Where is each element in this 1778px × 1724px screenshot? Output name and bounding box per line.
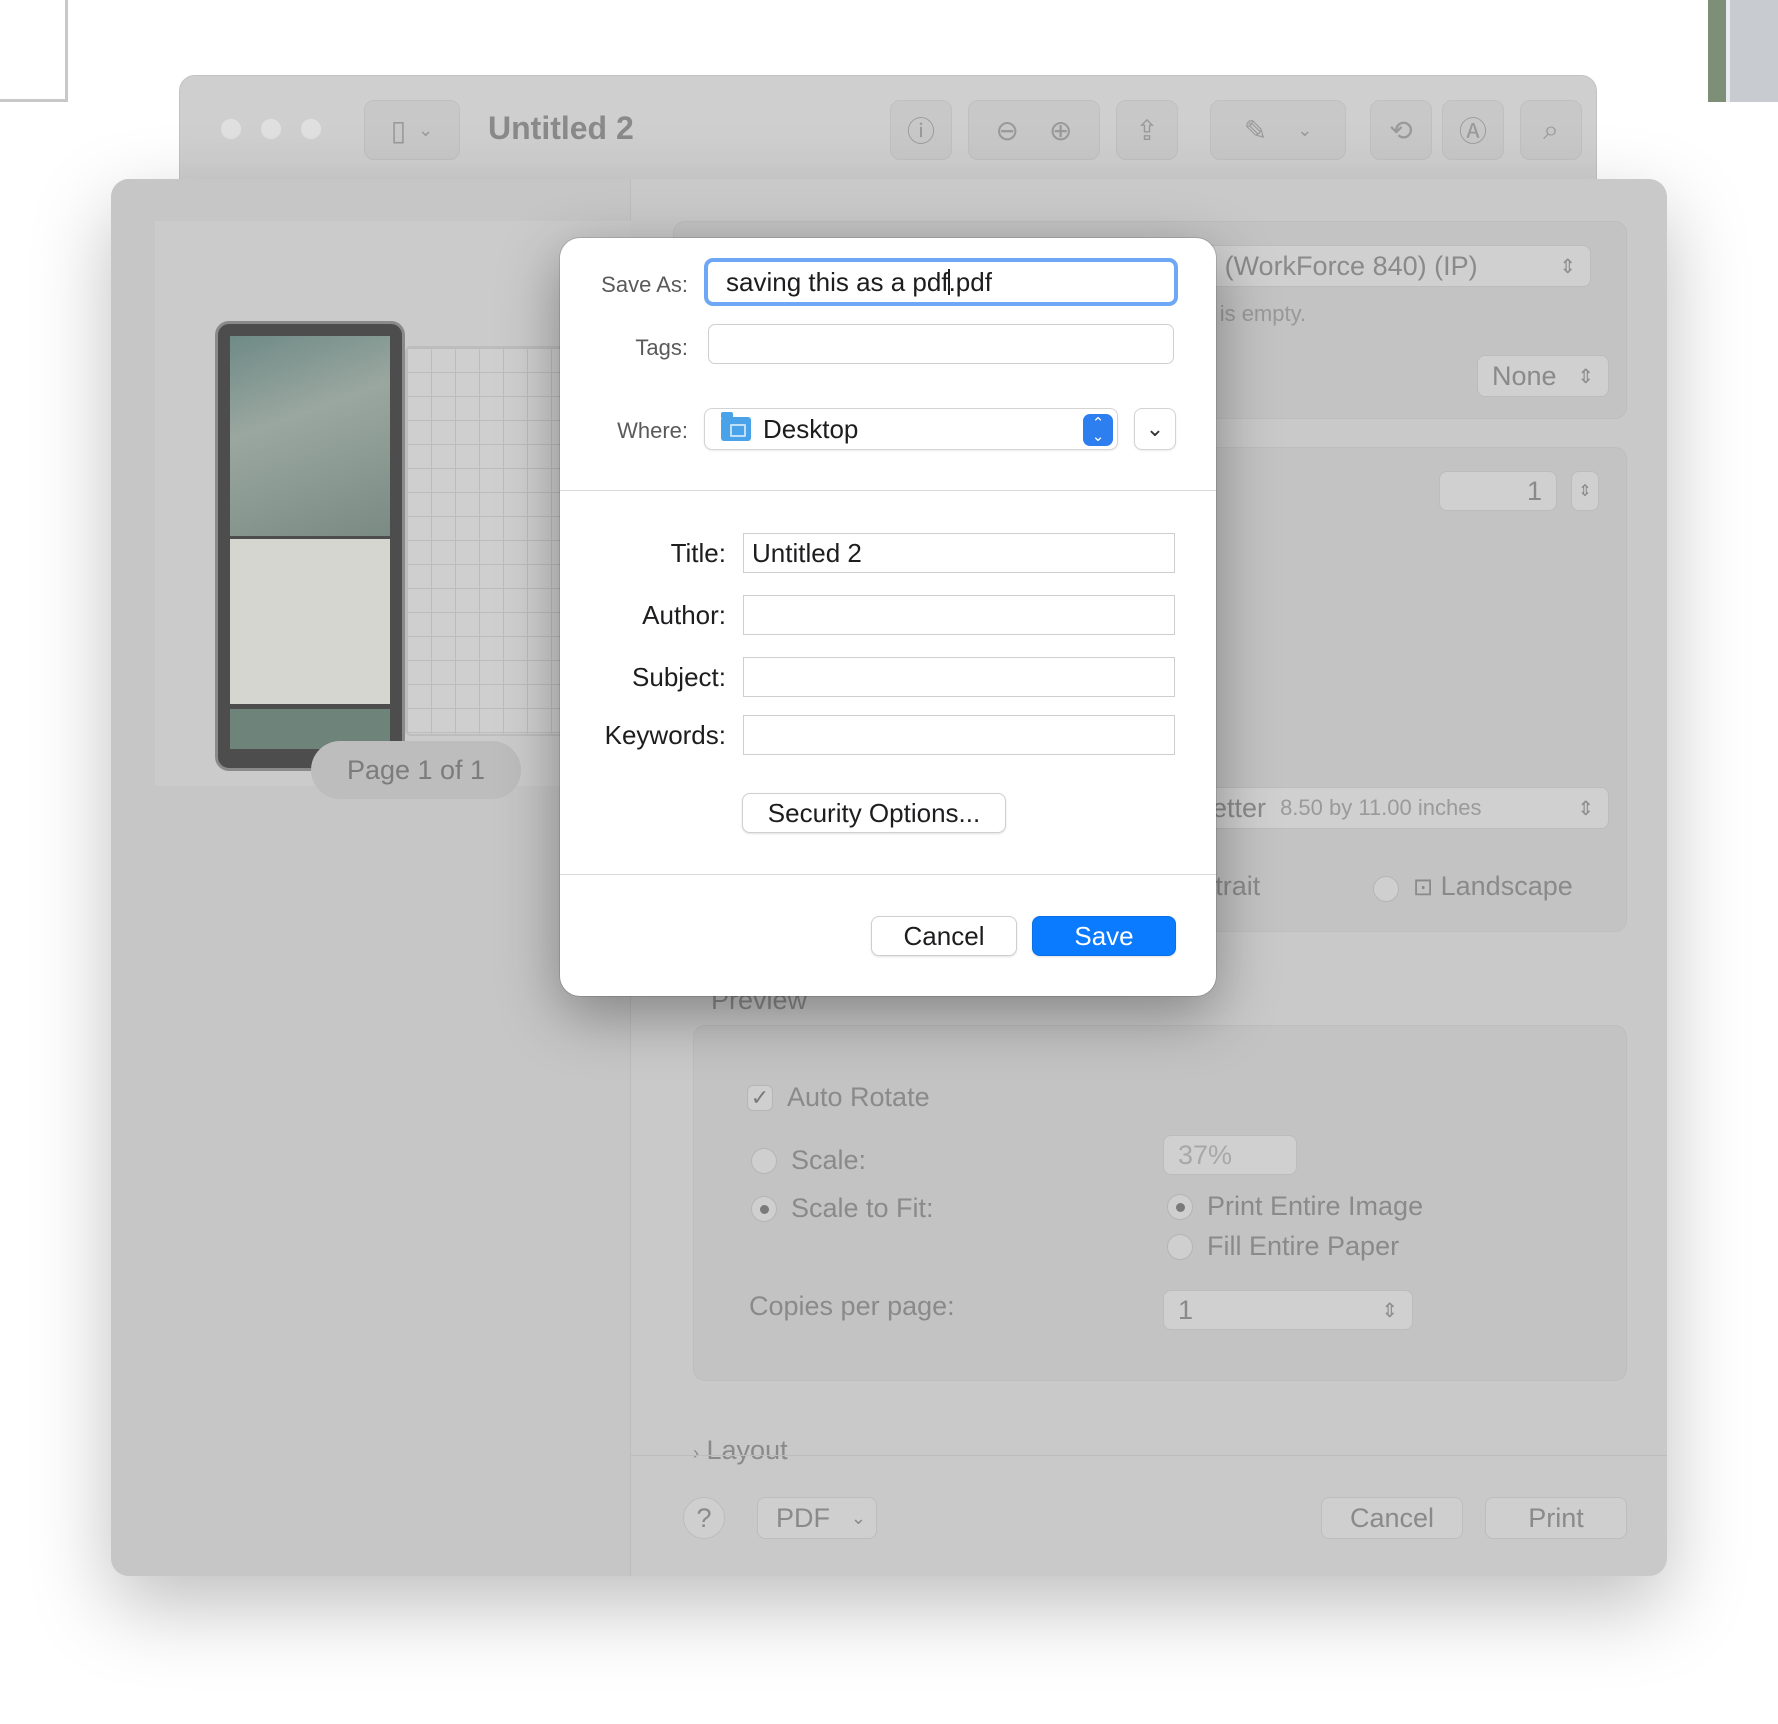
print-entire-image-radio[interactable]: [1167, 1194, 1193, 1220]
print-cancel-button[interactable]: Cancel: [1321, 1497, 1463, 1539]
presets-popup[interactable]: None ⇕: [1477, 355, 1609, 397]
print-entire-image-label: Print Entire Image: [1207, 1191, 1424, 1221]
zoom-controls[interactable]: ⊖ ⊕: [968, 100, 1100, 160]
landscape-icon: ⊡: [1413, 874, 1434, 901]
zoom-window-button[interactable]: [300, 118, 322, 140]
updown-chevron-icon: ⇕: [1559, 255, 1576, 278]
pencil-icon: ✎: [1243, 114, 1268, 146]
markup-toolbar-button[interactable]: Ⓐ: [1442, 100, 1504, 160]
rotate-button[interactable]: ⟲: [1370, 100, 1432, 160]
orientation-landscape[interactable]: ⊡ Landscape: [1413, 871, 1573, 902]
save-as-label: Save As:: [601, 272, 688, 297]
sidebar-toggle-button[interactable]: ▯ ⌄: [364, 100, 460, 160]
updown-chevron-icon: ⌃ ⌄: [1083, 414, 1113, 446]
window-title: Untitled 2: [488, 110, 634, 146]
zoom-out-icon[interactable]: ⊖: [996, 114, 1019, 147]
auto-rotate-checkbox[interactable]: ✓: [747, 1085, 773, 1111]
chevron-down-icon: ⌄: [418, 119, 434, 140]
auto-rotate-label: Auto Rotate: [787, 1082, 930, 1112]
keywords-input[interactable]: [743, 715, 1175, 755]
chevron-down-icon: ⌄: [850, 1507, 866, 1528]
copies-field[interactable]: 1: [1439, 471, 1557, 511]
share-button[interactable]: ⇪: [1116, 100, 1178, 160]
search-button[interactable]: ⌕: [1520, 100, 1582, 160]
print-preview-pane: Page 1 of 1: [111, 179, 631, 1576]
copies-per-page-popup[interactable]: 1 ⇕: [1163, 1290, 1413, 1330]
subject-label: Subject:: [632, 662, 726, 692]
scale-to-fit-label: Scale to Fit:: [791, 1193, 934, 1223]
fill-entire-paper-label: Fill Entire Paper: [1207, 1231, 1400, 1261]
background-image-fragment: [1708, 0, 1778, 102]
author-input[interactable]: [743, 595, 1175, 635]
print-button[interactable]: Print: [1485, 1497, 1627, 1539]
expand-browser-button[interactable]: ⌄: [1134, 408, 1176, 450]
dialog-divider-top: [560, 490, 1216, 491]
copies-per-page-label: Copies per page:: [749, 1291, 955, 1321]
save-pdf-dialog: Save As: saving this as a pdf .pdf Tags: …: [560, 238, 1216, 996]
scale-label: Scale:: [791, 1145, 867, 1175]
page-indicator: Page 1 of 1: [311, 741, 521, 799]
info-button[interactable]: ⓘ: [890, 100, 952, 160]
chevron-down-icon: ⌄: [1145, 416, 1165, 441]
thumbnail-tablet-image: [215, 321, 405, 771]
scale-field[interactable]: 37%: [1163, 1135, 1297, 1175]
updown-chevron-icon: ⇕: [1577, 365, 1594, 388]
title-label: Title:: [670, 538, 726, 568]
sidebar-icon: ▯: [390, 114, 407, 146]
zoom-in-icon[interactable]: ⊕: [1049, 114, 1072, 147]
info-icon: ⓘ: [906, 116, 935, 147]
where-label: Where:: [617, 418, 688, 443]
markup-button[interactable]: ✎ ⌄: [1210, 100, 1346, 160]
tags-label: Tags:: [635, 335, 688, 360]
updown-chevron-icon: ⇕: [1577, 797, 1594, 820]
pen-circle-icon: Ⓐ: [1458, 116, 1487, 147]
tags-input[interactable]: [708, 324, 1174, 364]
save-as-input[interactable]: saving this as a pdf .pdf: [704, 258, 1178, 306]
subject-input[interactable]: [743, 657, 1175, 697]
copies-stepper[interactable]: ⇕: [1571, 471, 1599, 511]
folder-icon: [721, 412, 751, 441]
security-options-button[interactable]: Security Options...: [742, 793, 1006, 833]
minimize-window-button[interactable]: [260, 118, 282, 140]
where-popup[interactable]: Desktop ⌃ ⌄: [704, 408, 1118, 450]
scale-radio[interactable]: [751, 1148, 777, 1174]
dialog-divider-bottom: [560, 874, 1216, 875]
chevron-down-icon: ⌄: [1297, 119, 1313, 140]
pdf-menu-button[interactable]: PDF ⌄: [757, 1497, 877, 1539]
search-icon: ⌕: [1543, 113, 1559, 145]
background-window-fragment: [0, 0, 68, 102]
layout-section-header[interactable]: › Layout: [693, 1435, 788, 1466]
title-input[interactable]: Untitled 2: [743, 533, 1175, 573]
close-window-button[interactable]: [220, 118, 242, 140]
save-button[interactable]: Save: [1032, 916, 1176, 956]
rotate-icon: ⟲: [1389, 114, 1413, 146]
author-label: Author:: [642, 600, 726, 630]
fill-entire-paper-radio[interactable]: [1167, 1234, 1193, 1260]
scale-to-fit-radio[interactable]: [751, 1196, 777, 1222]
share-icon: ⇪: [1135, 114, 1159, 146]
keywords-label: Keywords:: [604, 720, 726, 750]
help-button[interactable]: ?: [683, 1497, 725, 1539]
chevron-right-icon: ›: [693, 1443, 699, 1463]
updown-chevron-icon: ⇕: [1381, 1299, 1398, 1322]
landscape-radio[interactable]: [1373, 876, 1399, 902]
cancel-button[interactable]: Cancel: [871, 916, 1017, 956]
footer-divider: [631, 1455, 1667, 1456]
